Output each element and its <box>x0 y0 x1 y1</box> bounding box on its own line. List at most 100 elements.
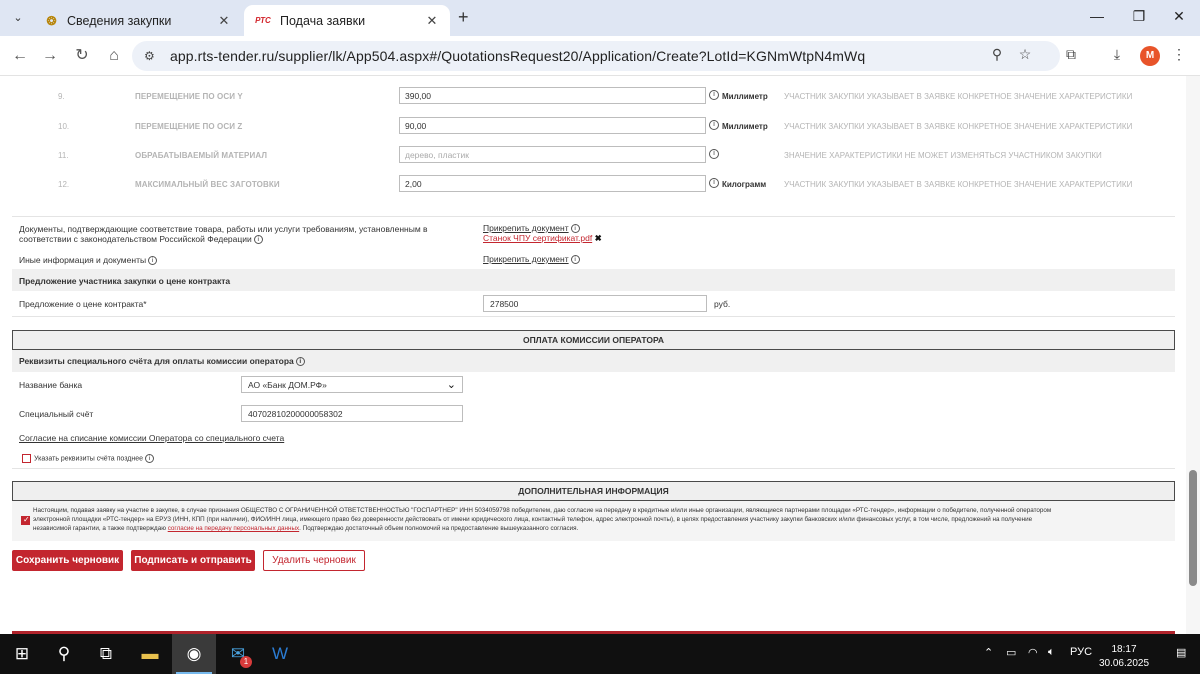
currency-label: руб. <box>714 299 731 309</box>
zoom-icon[interactable]: ⚲ <box>988 46 1006 63</box>
reload-icon[interactable]: ↻ <box>72 46 92 66</box>
search-icon[interactable]: ⚲ <box>42 634 86 674</box>
commission-consent-link[interactable]: Согласие на списание комиссии Оператора … <box>19 433 284 443</box>
back-icon[interactable]: ← <box>10 46 30 66</box>
consent-text-line-2: электронной площадки «РТС-тендер» на ЕРУ… <box>33 516 1033 523</box>
specify-later-checkbox[interactable] <box>22 454 31 463</box>
info-icon[interactable]: i <box>148 256 158 266</box>
menu-icon[interactable]: ⋮ <box>1170 46 1188 63</box>
attached-file-link[interactable]: Станок ЧПУ сертификат.pdf <box>483 233 592 243</box>
characteristic-name: ПЕРЕМЕЩЕНИЕ ПО ОСИ Z <box>135 122 243 131</box>
info-icon[interactable]: i <box>709 178 719 188</box>
unit-label: Миллиметр <box>722 92 768 101</box>
battery-icon[interactable]: ▭ <box>1006 646 1016 659</box>
tab-title: Сведения закупки <box>67 13 172 28</box>
forward-icon[interactable]: → <box>40 46 60 66</box>
file-explorer-icon[interactable]: ▬ <box>128 634 172 674</box>
characteristic-name: МАКСИМАЛЬНЫЙ ВЕС ЗАГОТОВКИ <box>135 180 280 189</box>
special-account-label: Специальный счёт <box>19 409 94 419</box>
download-icon[interactable]: ⤓ <box>1108 46 1126 63</box>
requisites-title-text: Реквизиты специального счёта для оплаты … <box>19 356 294 366</box>
scrollbar-thumb[interactable] <box>1189 470 1197 586</box>
characteristic-value-input[interactable]: 90,00 <box>399 117 706 134</box>
characteristic-value-input[interactable]: 2,00 <box>399 175 706 192</box>
price-offer-label: Предложение о цене контракта* <box>19 299 147 309</box>
compliance-docs-label: Документы, подтверждающие соответствие т… <box>19 224 428 234</box>
minimize-icon[interactable]: — <box>1088 8 1106 24</box>
bank-name-select[interactable]: АО «Банк ДОМ.РФ» ⌄ <box>241 376 463 393</box>
taskbar-clock[interactable]: 18:17 30.06.2025 <box>1098 643 1150 671</box>
save-draft-button[interactable]: Сохранить черновик <box>12 550 123 571</box>
tab-search-icon[interactable]: ⌄ <box>7 8 29 28</box>
personal-data-consent-link[interactable]: согласие на передачу персональных данных <box>168 525 299 532</box>
tray-chevron-icon[interactable]: ⌃ <box>984 646 993 659</box>
info-icon[interactable]: i <box>570 224 580 234</box>
word-icon[interactable]: W <box>258 634 302 674</box>
characteristic-row: 9. ПЕРЕМЕЩЕНИЕ ПО ОСИ Y 390,00 i Миллиме… <box>0 83 1176 111</box>
consent-text-3b: . Подтверждаю достаточный объем полномоч… <box>299 525 579 532</box>
bank-name-label: Название банка <box>19 380 83 390</box>
characteristic-name: ОБРАБАТЫВАЕМЫЙ МАТЕРИАЛ <box>135 151 268 160</box>
browser-toolbar: ← → ↻ ⌂ ⚙ app.rts-tender.ru/supplier/lk/… <box>0 36 1200 76</box>
page-scrollbar[interactable] <box>1186 76 1200 634</box>
window-close-icon[interactable]: ✕ <box>1170 8 1188 25</box>
tab-purchase-info[interactable]: ❂ Сведения закупки ✕ <box>34 5 242 36</box>
attach-document-link[interactable]: Прикрепить документ i <box>483 223 580 234</box>
characteristic-value-input[interactable]: 390,00 <box>399 87 706 104</box>
info-icon[interactable]: i <box>253 235 263 245</box>
info-icon[interactable]: i <box>709 90 719 100</box>
language-indicator[interactable]: РУС <box>1070 646 1092 658</box>
close-icon[interactable]: ✕ <box>424 13 440 29</box>
site-settings-icon[interactable]: ⚙ <box>144 49 160 63</box>
wifi-icon[interactable]: ◠ <box>1028 646 1038 659</box>
characteristic-value-input[interactable]: дерево, пластик <box>399 146 706 163</box>
unit-label: Миллиметр <box>722 122 768 131</box>
mail-app-icon[interactable]: ✉ 1 <box>216 634 260 674</box>
characteristic-note: УЧАСТНИК ЗАКУПКИ УКАЗЫВАЕТ В ЗАЯВКЕ КОНК… <box>784 180 1133 189</box>
rts-logo-icon: РТС <box>255 16 271 25</box>
divider <box>12 468 1175 469</box>
bank-name-value: АО «Банк ДОМ.РФ» <box>248 380 327 390</box>
characteristic-note: УЧАСТНИК ЗАКУПКИ УКАЗЫВАЕТ В ЗАЯВКЕ КОНК… <box>784 122 1133 131</box>
characteristic-note: УЧАСТНИК ЗАКУПКИ УКАЗЫВАЕТ В ЗАЯВКЕ КОНК… <box>784 92 1133 101</box>
volume-icon[interactable]: 🔈︎ <box>1048 646 1055 659</box>
info-icon[interactable]: i <box>709 149 719 159</box>
extensions-icon[interactable]: ⧉ <box>1062 46 1080 63</box>
attach-other-document-link-text: Прикрепить документ <box>483 254 569 264</box>
url-text: app.rts-tender.ru/supplier/lk/App504.asp… <box>170 48 866 64</box>
commission-section-header: ОПЛАТА КОМИССИИ ОПЕРАТОРА <box>12 330 1175 350</box>
consent-checkbox[interactable] <box>21 515 30 525</box>
tab-application[interactable]: РТС Подача заявки ✕ <box>244 5 450 36</box>
compliance-docs-label-2: соответствии с законодательством Российс… <box>19 234 263 245</box>
info-icon[interactable]: i <box>295 357 305 367</box>
notifications-icon[interactable]: ▤ <box>1176 646 1186 659</box>
price-offer-input[interactable]: 278500 <box>483 295 707 312</box>
windows-taskbar: ⊞ ⚲ ⧉ ▬ ◉ ✉ 1 W ⌃ ▭ ◠ 🔈︎ РУС ▤ <box>0 634 1200 674</box>
remove-file-icon[interactable]: ✖ <box>595 233 602 243</box>
attached-file: Станок ЧПУ сертификат.pdf ✖ <box>483 233 602 244</box>
bookmark-star-icon[interactable]: ☆ <box>1016 46 1034 63</box>
new-tab-icon[interactable]: + <box>458 8 474 26</box>
unit-label: Килограмм <box>722 180 767 189</box>
sign-and-send-button[interactable]: Подписать и отправить <box>131 550 255 571</box>
attach-other-document-link[interactable]: Прикрепить документ i <box>483 254 580 265</box>
info-icon[interactable]: i <box>145 454 155 463</box>
row-number: 9. <box>58 92 65 101</box>
windows-start-icon[interactable]: ⊞ <box>0 634 44 674</box>
delete-draft-button[interactable]: Удалить черновик <box>263 550 365 571</box>
profile-avatar[interactable]: M <box>1140 46 1160 66</box>
divider <box>12 316 1175 317</box>
consent-text-3a: независимой гарантии, а также подтвержда… <box>33 525 168 532</box>
info-icon[interactable]: i <box>570 255 580 265</box>
home-icon[interactable]: ⌂ <box>104 46 124 66</box>
consent-text: Настоящим, подавая заявку на участие в з… <box>33 506 1173 533</box>
restore-icon[interactable]: ❐ <box>1130 8 1148 25</box>
special-account-input[interactable]: 40702810200000058302 <box>241 405 463 422</box>
characteristic-row: 12. МАКСИМАЛЬНЫЙ ВЕС ЗАГОТОВКИ 2,00 i Ки… <box>0 171 1176 199</box>
address-bar[interactable]: ⚙ app.rts-tender.ru/supplier/lk/App504.a… <box>132 41 1060 71</box>
chrome-icon[interactable]: ◉ <box>172 634 216 674</box>
chevron-down-icon: ⌄ <box>446 379 456 391</box>
close-icon[interactable]: ✕ <box>216 13 232 29</box>
info-icon[interactable]: i <box>709 120 719 130</box>
task-view-icon[interactable]: ⧉ <box>84 634 128 674</box>
